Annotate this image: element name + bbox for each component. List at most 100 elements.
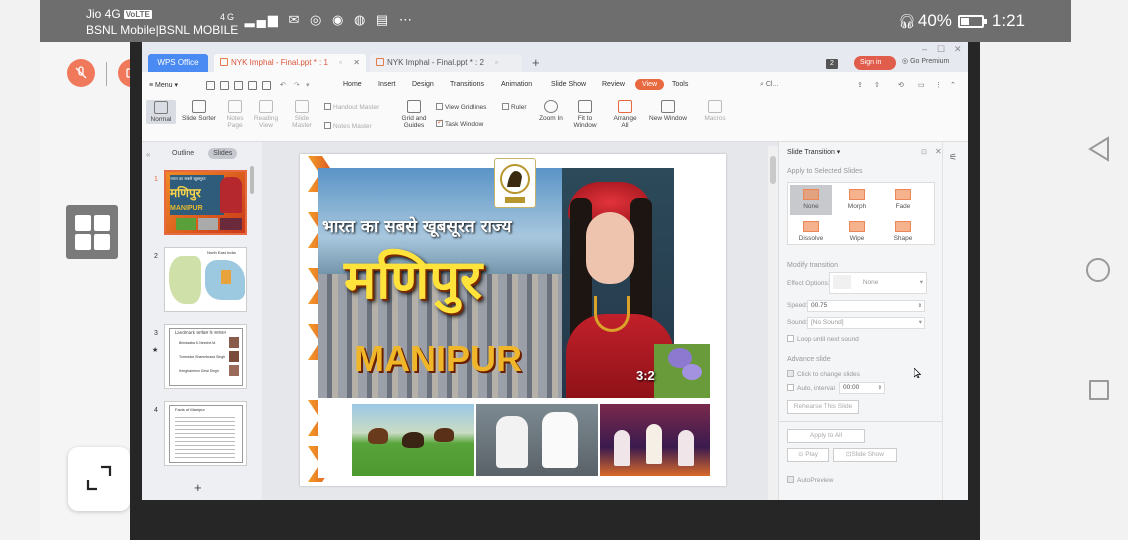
mic-off-icon[interactable] — [67, 59, 95, 87]
button-label: Play — [805, 451, 818, 458]
go-premium-button[interactable]: ◎ Go Premium — [902, 57, 949, 65]
transition-fade[interactable]: Fade — [882, 185, 924, 215]
effect-options-select[interactable]: None ▾ — [829, 272, 927, 294]
export-icon[interactable] — [234, 81, 243, 90]
speed-input[interactable]: 00.75 ⇕ — [807, 300, 925, 312]
redo-icon[interactable]: ↷ — [294, 81, 300, 89]
slide-sorter-button[interactable]: Slide Sorter — [180, 100, 218, 122]
ppt-file-icon — [376, 58, 384, 66]
menu-transitions[interactable]: Transitions — [450, 81, 484, 88]
menu-review[interactable]: Review — [602, 81, 625, 88]
quick-access-dropdown-icon[interactable]: ▾ — [306, 81, 310, 89]
auto-interval-input[interactable]: 00:00 ⇕ — [839, 382, 885, 394]
rehearse-slide-button[interactable]: Rehearse This Slide — [787, 400, 859, 414]
minimize-icon[interactable]: – — [922, 44, 927, 54]
save-icon[interactable] — [220, 81, 229, 90]
pin-icon[interactable]: ▫ — [339, 54, 342, 72]
transition-dissolve[interactable]: Dissolve — [790, 217, 832, 244]
handout-master-button[interactable]: Handout Master — [324, 103, 379, 111]
arrange-all-button[interactable]: Arrange All — [610, 100, 640, 130]
current-slide[interactable]: भारत का सबसे खूबसूरत राज्य मणिपुर MANIPU… — [300, 154, 726, 486]
undo-icon[interactable]: ↶ — [280, 81, 286, 89]
collapse-panel-icon[interactable]: « — [146, 150, 150, 159]
stepper-icon[interactable]: ⇕ — [878, 383, 882, 393]
properties-icon[interactable]: ⚟ — [949, 152, 957, 163]
slide-thumbnail-4[interactable]: Facts of Manipur — [164, 401, 247, 466]
menu-button[interactable]: ≡ Menu ▾ — [149, 81, 178, 89]
chevron-down-icon: ▾ — [918, 319, 922, 326]
sound-select[interactable]: [No Sound] ▾ — [807, 317, 925, 329]
new-window-button[interactable]: New Window — [644, 100, 692, 122]
close-tab-icon[interactable]: ✕ — [353, 54, 360, 72]
search-command[interactable]: ⌕ Cl... — [760, 81, 778, 89]
open-icon[interactable] — [206, 81, 215, 90]
normal-view-button[interactable]: Normal — [146, 100, 176, 125]
pin-icon[interactable]: ▫ — [495, 54, 498, 72]
preview-icon[interactable] — [262, 81, 271, 90]
play-button[interactable]: ⊙ Play — [787, 448, 829, 462]
apply-to-all-button[interactable]: Apply to All — [787, 429, 865, 443]
slide-panel-scrollbar[interactable] — [250, 166, 254, 194]
close-pane-icon[interactable]: ✕ — [935, 147, 942, 156]
view-gridlines-checkbox[interactable]: View Gridlines — [436, 103, 486, 111]
notes-master-button[interactable]: Notes Master — [324, 122, 372, 130]
menu-slide-show[interactable]: Slide Show — [551, 81, 586, 88]
pane-title[interactable]: Slide Transition ▾ — [787, 148, 840, 156]
tab-slides[interactable]: Slides — [208, 148, 238, 159]
comment-icon[interactable]: ▭ — [918, 81, 925, 89]
collapse-ribbon-icon[interactable]: ⌃ — [950, 81, 956, 89]
upload-icon[interactable]: ⇧ — [874, 81, 880, 89]
maximize-icon[interactable]: ☐ — [937, 44, 945, 55]
menu-animation[interactable]: Animation — [501, 81, 532, 88]
transition-wipe[interactable]: Wipe — [836, 217, 878, 244]
tab-wps-office[interactable]: WPS Office — [148, 54, 208, 72]
add-slide-button[interactable]: + — [194, 480, 202, 495]
menu-view[interactable]: View — [635, 79, 665, 90]
back-icon[interactable] — [1088, 136, 1110, 162]
more-options-icon[interactable]: ⋮ — [935, 81, 942, 89]
transition-shape[interactable]: Shape — [882, 217, 924, 244]
lock-icon[interactable]: ⊡ — [921, 148, 927, 156]
tab-document-2[interactable]: NYK Imphal - Final.ppt * : 2 ▫ — [370, 54, 522, 72]
transition-none[interactable]: None — [790, 185, 832, 215]
new-tab-button[interactable]: + — [532, 54, 540, 72]
stepper-icon[interactable]: ⇕ — [918, 301, 922, 311]
loop-checkbox[interactable]: Loop until next sound — [787, 335, 859, 343]
scroll-thumb[interactable] — [770, 156, 776, 184]
menu-insert[interactable]: Insert — [378, 81, 396, 88]
slide-thumbnail-3[interactable]: Landmark कार्यक्रम के नामांकन Brindaaba … — [164, 324, 247, 389]
history-icon[interactable]: ⟲ — [898, 81, 904, 89]
notes-page-button[interactable]: Notes Page — [222, 100, 248, 130]
modify-label: Modify transition — [787, 262, 838, 269]
tab-document-1[interactable]: NYK Imphal - Final.ppt * : 1 ▫ ✕ — [214, 54, 366, 72]
canvas-scrollbar[interactable] — [768, 146, 778, 500]
notification-count[interactable]: 2 — [826, 59, 838, 69]
tab-outline[interactable]: Outline — [172, 150, 194, 157]
autopreview-checkbox[interactable]: AutoPreview — [787, 476, 834, 484]
slide-thumbnail-2[interactable]: North East India — [164, 247, 247, 312]
transition-morph[interactable]: Morph — [836, 185, 878, 215]
grid-view-button[interactable] — [66, 205, 118, 259]
grid-guides-button[interactable]: Grid and Guides — [400, 100, 428, 130]
ruler-checkbox[interactable]: Ruler — [502, 103, 527, 111]
menu-tools[interactable]: Tools — [672, 81, 688, 88]
close-window-icon[interactable]: ✕ — [954, 44, 962, 55]
slide-thumbnail-1[interactable]: भारत का सबसे खूबसूरत मणिपुर MANIPUR — [164, 170, 247, 235]
reading-view-button[interactable]: Reading View — [252, 100, 280, 130]
recents-icon[interactable] — [1089, 380, 1109, 400]
sign-in-button[interactable]: Sign in — [854, 56, 896, 70]
print-icon[interactable] — [248, 81, 257, 90]
slide-show-button[interactable]: ⊡Slide Show — [833, 448, 897, 462]
task-window-checkbox[interactable]: Task Window — [436, 118, 483, 128]
fit-to-window-button[interactable]: Fit to Window — [570, 100, 600, 130]
home-icon[interactable] — [1086, 258, 1110, 282]
macros-button[interactable]: Macros — [698, 100, 732, 122]
menu-design[interactable]: Design — [412, 81, 434, 88]
menu-home[interactable]: Home — [343, 81, 362, 88]
fullscreen-button[interactable] — [68, 447, 130, 511]
click-to-change-checkbox[interactable]: Click to change slides — [787, 370, 860, 378]
auto-interval-checkbox[interactable]: Auto, interval — [787, 384, 835, 392]
zoom-in-button[interactable]: Zoom In — [536, 100, 566, 122]
share-icon[interactable]: ⇪ — [857, 81, 863, 89]
slide-master-button[interactable]: Slide Master — [288, 100, 316, 130]
